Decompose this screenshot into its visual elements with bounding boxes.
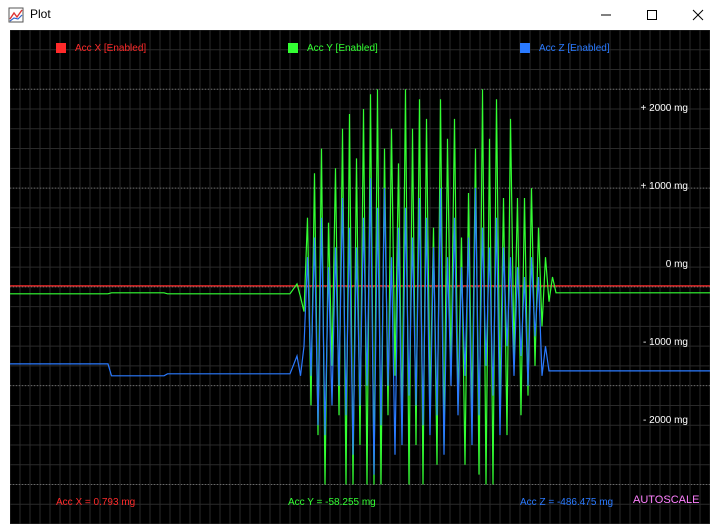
legend-acc-y[interactable]: Acc Y [Enabled] (288, 41, 378, 55)
window-title: Plot (30, 7, 51, 21)
autoscale-button[interactable]: AUTOSCALE (633, 494, 699, 506)
title-bar[interactable]: Plot (0, 0, 722, 30)
plot-canvas (10, 30, 710, 524)
readout-acc-x: Acc X = 0.793 mg (56, 497, 136, 508)
plot-area[interactable]: Acc X [Enabled] Acc Y [Enabled] Acc Z [E… (10, 30, 710, 524)
y-tick-label: 0 mg (665, 259, 688, 270)
legend-acc-z[interactable]: Acc Z [Enabled] (520, 41, 610, 55)
y-tick-label: + 2000 mg (640, 103, 688, 114)
legend-swatch-x (56, 43, 66, 53)
close-button[interactable] (675, 0, 721, 30)
legend-label-z: Acc Z [Enabled] (539, 42, 610, 54)
close-icon (692, 9, 704, 21)
side-strip (710, 30, 722, 524)
y-tick-label: - 2000 mg (642, 415, 688, 426)
plot-window: Plot Acc X [Enabled] Acc Y [Enabled] Acc… (0, 0, 722, 524)
y-tick-label: - 1000 mg (642, 337, 688, 348)
legend-label-x: Acc X [Enabled] (75, 42, 147, 54)
legend-swatch-z (520, 43, 530, 53)
readout-acc-z: Acc Z = -486.475 mg (520, 497, 614, 508)
legend-acc-x[interactable]: Acc X [Enabled] (56, 41, 146, 55)
readout-acc-y: Acc Y = -58.255 mg (288, 497, 376, 508)
y-tick-label: + 1000 mg (640, 181, 688, 192)
chart-icon (8, 7, 24, 23)
maximize-button[interactable] (629, 0, 675, 30)
legend-swatch-y (288, 43, 298, 53)
legend-label-y: Acc Y [Enabled] (307, 42, 378, 54)
minimize-icon (601, 14, 611, 16)
maximize-icon (647, 10, 657, 20)
minimize-button[interactable] (583, 0, 629, 30)
